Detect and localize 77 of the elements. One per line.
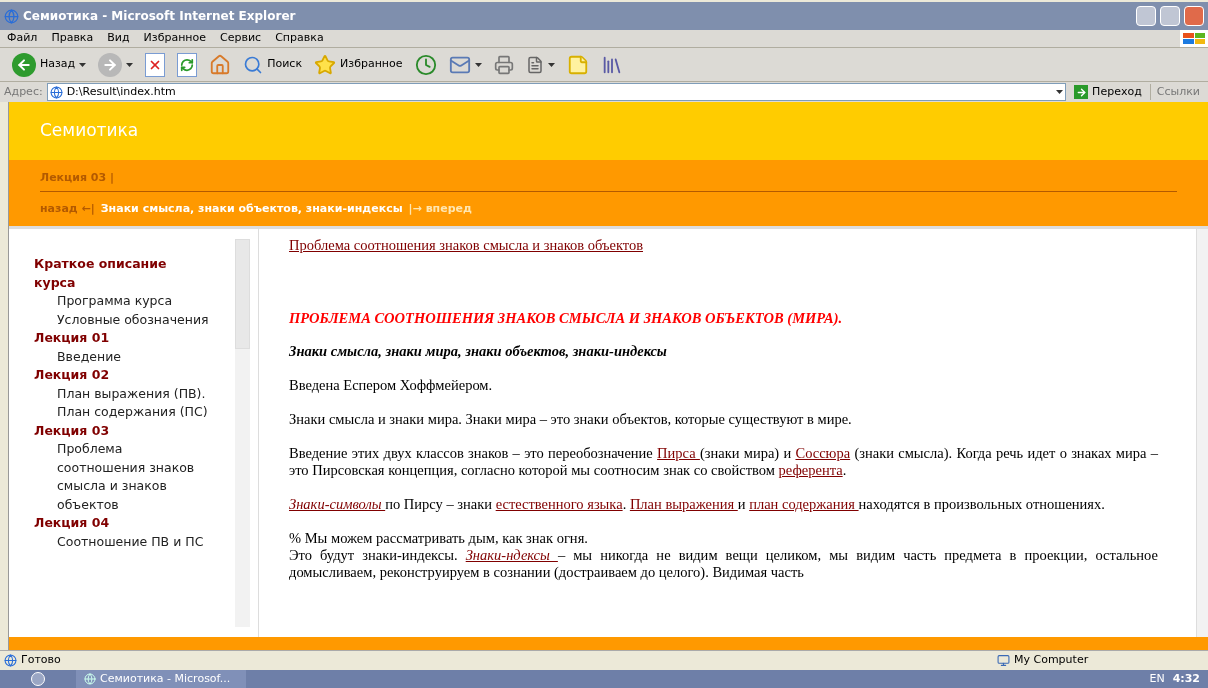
caret-icon	[126, 62, 134, 67]
sidebar-section[interactable]: Краткое описание курса	[34, 255, 209, 292]
sidebar-item[interactable]: Программа курса	[34, 292, 209, 311]
site-title: Семиотика	[40, 119, 139, 143]
sidebar-scrollbar[interactable]	[235, 239, 250, 627]
search-toolbar-button[interactable]: Поиск	[241, 54, 305, 75]
sidebar-item[interactable]: Соотношение ПВ и ПС	[34, 532, 209, 551]
article-subtitle: Знаки смысла, знаки мира, знаки объектов, знаки-индексы	[289, 343, 668, 360]
page-icon	[4, 654, 17, 667]
menu-item[interactable]: Справка	[268, 30, 331, 47]
text-link[interactable]: план содержания	[749, 496, 859, 512]
windows-logo-icon	[31, 672, 45, 686]
favorites-toolbar-button[interactable]: Избранное	[312, 53, 405, 76]
sidebar-item[interactable]: Условные обозначения	[34, 310, 209, 329]
menu-item[interactable]: Правка	[44, 30, 101, 47]
paragraph: Знаки смысла и знаки мира. Знаки мира – это знаки объектов, которые существуют в мире.	[289, 411, 853, 428]
text-link[interactable]: естественного языка	[495, 496, 623, 512]
content-scrollbar[interactable]	[1196, 229, 1208, 637]
caret-icon	[547, 62, 555, 67]
menu-item[interactable]: Файл	[0, 30, 45, 47]
refresh-icon	[177, 52, 198, 77]
menu-item[interactable]: Сервис	[213, 30, 269, 47]
text-link[interactable]: Пирса	[657, 445, 700, 461]
clock-icon	[414, 53, 437, 76]
windows-flag-icon	[1180, 30, 1208, 47]
status-text: Готово	[21, 652, 62, 669]
printer-icon	[493, 54, 514, 75]
restore-button[interactable]	[1160, 6, 1180, 26]
caret-icon	[79, 62, 87, 67]
close-icon	[145, 52, 166, 77]
refresh-toolbar-button[interactable]	[175, 52, 200, 77]
sidebar-section[interactable]: Лекция 04	[34, 514, 209, 533]
language-indicator[interactable]: EN	[1149, 670, 1165, 688]
menu-item[interactable]: Вид	[100, 30, 137, 47]
sidebar-section[interactable]: Лекция 02	[34, 366, 209, 385]
minimize-button[interactable]	[1136, 6, 1156, 26]
paragraph: Знаки-символы по Пирсу – знаки естественного языка. План выражения и план содержания находятся в произвольных отношениях.	[289, 496, 1106, 513]
star-icon	[314, 53, 337, 76]
sidebar-item[interactable]: Проблема соотношения знаков смысла и знаков объектов	[34, 440, 209, 514]
sidebar-section[interactable]: Лекция 03	[34, 421, 209, 440]
paragraph: Введена Еспером Хоффмейером.	[289, 377, 494, 394]
ie-logo-icon	[84, 673, 96, 685]
address-field[interactable]: D:\Result\index.htm	[46, 83, 1067, 101]
close-button[interactable]	[1184, 6, 1204, 26]
paragraph: % Мы можем рассматривать дым, как знак огня.	[289, 530, 589, 547]
window-title: Семиотика - Microsoft Internet Explorer	[23, 8, 297, 25]
ie-logo-icon	[4, 8, 19, 24]
text-link[interactable]: Соссюра	[795, 445, 851, 461]
clock: 4:32	[1172, 670, 1200, 687]
go-button[interactable]: Переход	[1070, 83, 1146, 101]
text-link[interactable]: Знаки-символы	[289, 496, 386, 512]
caret-icon	[1056, 90, 1064, 94]
zone-label: My Computer	[1014, 652, 1090, 669]
page-icon	[49, 85, 63, 99]
computer-icon	[997, 654, 1010, 667]
text-link[interactable]: План выражения	[629, 496, 738, 512]
forward-toolbar-button[interactable]	[96, 52, 136, 77]
article-title: ПРОБЛЕМА СООТНОШЕНИЯ ЗНАКОВ СМЫСЛА И ЗНАКОВ ОБЪЕКТОВ (МИРА).	[289, 310, 844, 327]
sidebar-item[interactable]: План выражения (ПВ). План содержания (ПС)	[34, 384, 209, 422]
text-link[interactable]: Знаки-ндексы	[465, 547, 558, 563]
sidebar-item[interactable]: Введение	[34, 347, 209, 366]
text-link[interactable]: референта	[778, 462, 843, 478]
paragraph: Это будут знаки-индексы. Знаки-ндексы – мы никогда не видим вещи целиком, мы видим часть предмета в проекции, остальное домысливаем, реконструируем в сознании (достраиваем до целого). Видимая часть	[289, 547, 1158, 581]
address-label: Адрес:	[4, 83, 43, 100]
note-icon	[566, 53, 589, 76]
sidebar-section[interactable]: Лекция 01	[34, 329, 209, 348]
search-icon	[243, 54, 264, 75]
lecture-title: Знаки смысла, знаки объектов, знаки-индексы	[100, 200, 403, 217]
paragraph: Введение этих двух классов знаков – это переобозначение Пирса (знаки мира) и Соссюра (знаки смысла). Когда речь идет о знаках мира – это Пирсовская концепция, согласно которой мы соотносим знак со свойством референта.	[289, 445, 1158, 479]
document-icon	[525, 55, 544, 74]
stop-toolbar-button[interactable]	[143, 52, 168, 77]
back-toolbar-button[interactable]: Назад	[10, 52, 89, 77]
menu-item[interactable]: Избранное	[136, 30, 214, 47]
breadcrumb: Лекция 03 |	[40, 169, 114, 186]
caret-icon	[474, 62, 482, 67]
heading-link[interactable]: Проблема соотношения знаков смысла и знаков объектов	[289, 237, 643, 253]
house-icon	[209, 53, 232, 76]
